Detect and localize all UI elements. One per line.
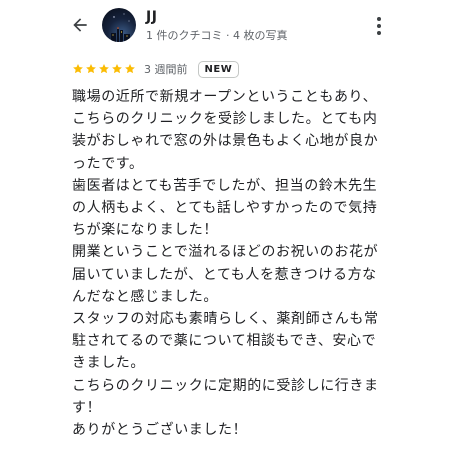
star-icon: [86, 64, 96, 74]
more-vert-icon-dot: [377, 17, 381, 21]
arrow-back-icon: [73, 18, 87, 32]
review-paragraph: 歯医者はとても苦手でしたが、担当の鈴木先生の人柄もよく、とても話しやすかったので…: [72, 177, 378, 239]
star-icon: [112, 64, 122, 74]
star-icon: [73, 64, 83, 74]
review-text: 職場の近所で新規オープンということもあり、こちらのクリニックを受診しました。とて…: [72, 86, 390, 441]
back-button[interactable]: [66, 11, 94, 39]
avatar-night-city-image: [111, 13, 130, 42]
star-icon: [125, 64, 135, 74]
review-paragraph: ありがとうございました！: [72, 422, 248, 439]
more-options-button[interactable]: [370, 12, 388, 40]
review-paragraph: こちらのクリニックに定期的に受診しに行きます！: [72, 377, 379, 416]
rating-row: 3 週間前 NEW: [72, 59, 240, 79]
more-vert-icon-dot: [377, 31, 381, 35]
star-icon: [99, 64, 109, 74]
star-rating: [72, 63, 136, 75]
review-header: JJ 1 件のクチコミ · 4 枚の写真: [0, 0, 460, 52]
more-vert-icon-dot: [377, 24, 381, 28]
reviewer-name[interactable]: JJ: [146, 9, 157, 25]
reviewer-stats: 1 件のクチコミ · 4 枚の写真: [146, 29, 288, 42]
new-badge: NEW: [197, 60, 240, 78]
review-paragraph: スタッフの対応も素晴らしく、薬剤師さんも常駐されてるので薬について相談もでき、安…: [72, 311, 379, 372]
avatar[interactable]: [102, 8, 136, 42]
review-time: 3 週間前: [144, 63, 188, 76]
review-paragraph: 開業ということで溢れるほどのお祝いのお花が届いていましたが、とても人を惹きつける…: [72, 244, 379, 305]
review-paragraph: 職場の近所で新規オープンということもあり、こちらのクリニックを受診しました。とて…: [72, 89, 379, 172]
